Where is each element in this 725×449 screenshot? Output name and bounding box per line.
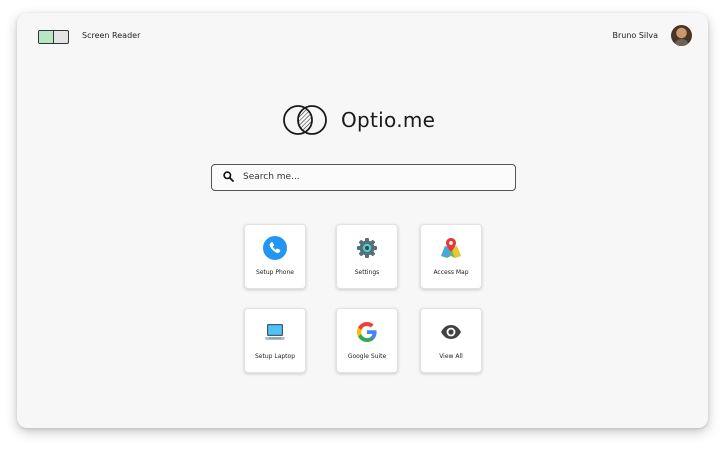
tile-label: Setup Laptop	[254, 353, 296, 360]
search-icon	[223, 171, 234, 182]
view-all-tile[interactable]: View All	[420, 308, 482, 373]
overlapping-circles-icon	[283, 105, 327, 135]
brand-name: Optio.me	[341, 108, 436, 132]
map-pin-icon	[439, 236, 463, 260]
setup-laptop-tile[interactable]: Setup Laptop	[244, 308, 306, 373]
screen-reader-toggle[interactable]	[38, 30, 69, 44]
eye-icon	[439, 320, 463, 344]
access-map-tile[interactable]: Access Map	[420, 224, 482, 289]
setup-phone-tile[interactable]: Setup Phone	[244, 224, 306, 289]
brand-logo: Optio.me	[282, 102, 435, 138]
settings-tile[interactable]: Settings	[336, 224, 398, 289]
tile-label: Setup Phone	[256, 269, 294, 276]
avatar-shirt	[675, 39, 688, 46]
tile-label: Settings	[354, 269, 380, 276]
tile-label: Access Map	[433, 269, 469, 276]
gear-icon	[355, 236, 379, 260]
search-input[interactable]	[243, 168, 503, 186]
phone-icon	[263, 236, 287, 260]
screen-reader-label: Screen Reader	[82, 31, 141, 40]
search-bar[interactable]	[211, 164, 516, 191]
app-window: Screen Reader Bruno Silva Optio.me Searc…	[17, 13, 708, 428]
toggle-on-segment	[39, 31, 54, 43]
google-suite-tile[interactable]: Google Suite	[336, 308, 398, 373]
laptop-icon	[263, 320, 287, 344]
user-name: Bruno Silva	[612, 31, 658, 40]
google-icon	[355, 320, 379, 344]
tile-label: Google Suite	[347, 353, 387, 360]
avatar[interactable]	[671, 25, 692, 46]
tile-label: View All	[439, 353, 463, 360]
